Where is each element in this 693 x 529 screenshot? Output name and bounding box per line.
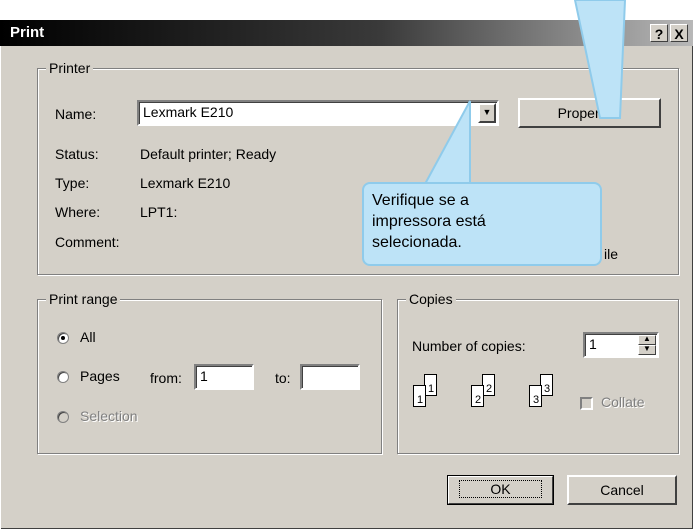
callout-pointer-top — [573, 0, 627, 119]
callout-pointer-name — [423, 100, 471, 185]
callout-line: selecionada. — [372, 234, 462, 251]
callout-line: Verifique se a — [372, 192, 469, 209]
callout-line: impressora está — [372, 213, 486, 230]
callout-box: Verifique se a impressora está seleciona… — [362, 182, 602, 266]
